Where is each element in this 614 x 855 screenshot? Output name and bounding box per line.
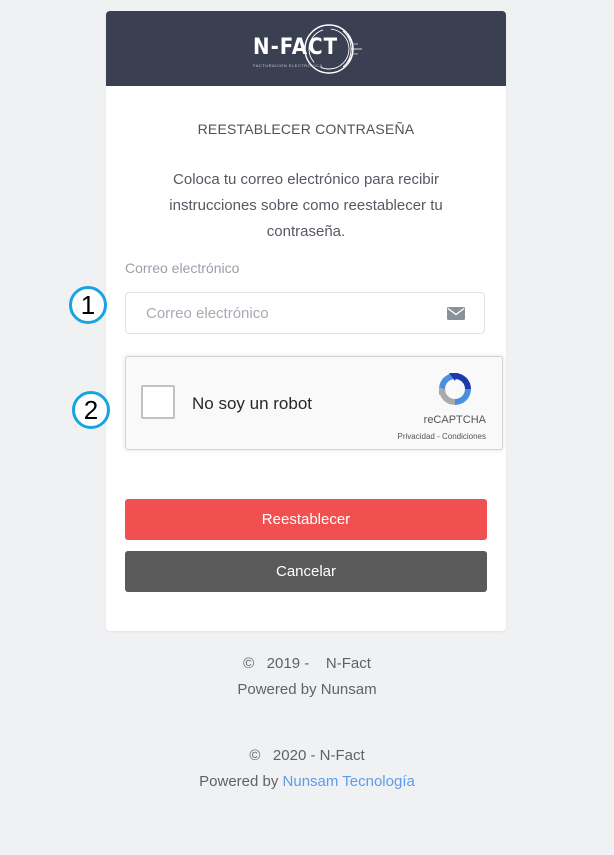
footer-powered-line: Powered by Nunsam Tecnología bbox=[0, 769, 614, 795]
reset-button[interactable]: Reestablecer bbox=[125, 499, 487, 540]
nfact-logo: N-FACT FACTURACION ELECTRONICA bbox=[251, 23, 363, 75]
recaptcha-privacy-link[interactable]: Privacidad bbox=[398, 432, 435, 441]
envelope-icon bbox=[447, 307, 465, 325]
footer-copyright: © 2019 - N-Fact bbox=[243, 655, 371, 672]
footer-powered: Powered by Nunsam bbox=[237, 681, 377, 698]
footer-2019: © 2019 - N-Fact Powered by Nunsam bbox=[0, 651, 614, 703]
cancel-button[interactable]: Cancelar bbox=[125, 551, 487, 592]
logo-subtext: FACTURACION ELECTRONICA bbox=[253, 63, 323, 68]
page-title: REESTABLECER CONTRASEÑA bbox=[197, 121, 415, 137]
recaptcha-checkbox[interactable] bbox=[141, 385, 175, 419]
annotation-marker-2: 2 bbox=[72, 391, 110, 429]
email-input[interactable] bbox=[126, 293, 436, 333]
email-input-group bbox=[125, 292, 485, 334]
recaptcha-logo-icon bbox=[436, 370, 474, 413]
footer-powered-prefix: Powered by bbox=[199, 773, 283, 790]
recaptcha-brand: reCAPTCHA bbox=[423, 414, 486, 426]
recaptcha-terms-link[interactable]: Condiciones bbox=[442, 432, 486, 441]
footer-2020: © 2020 - N-Fact Powered by Nunsam Tecnol… bbox=[0, 743, 614, 795]
recaptcha-link-separator: - bbox=[434, 432, 442, 441]
reset-password-card: N-FACT FACTURACION ELECTRONICA REESTABLE… bbox=[106, 11, 506, 631]
annotation-marker-1: 1 bbox=[69, 286, 107, 324]
email-label: Correo electrónico bbox=[125, 260, 240, 276]
footer-copyright: © 2020 - N-Fact bbox=[249, 747, 365, 764]
instructions-text: Coloca tu correo electrónico para recibi… bbox=[169, 171, 443, 240]
recaptcha-links: Privacidad - Condiciones bbox=[398, 432, 487, 441]
recaptcha-label: No soy un robot bbox=[192, 394, 313, 413]
recaptcha-widget: No soy un robot reCAPTCHA Privacidad - C… bbox=[125, 356, 503, 450]
nunsam-link[interactable]: Nunsam Tecnología bbox=[283, 773, 415, 790]
logo-text: N-FACT bbox=[253, 35, 339, 60]
card-header: N-FACT FACTURACION ELECTRONICA bbox=[106, 11, 506, 86]
